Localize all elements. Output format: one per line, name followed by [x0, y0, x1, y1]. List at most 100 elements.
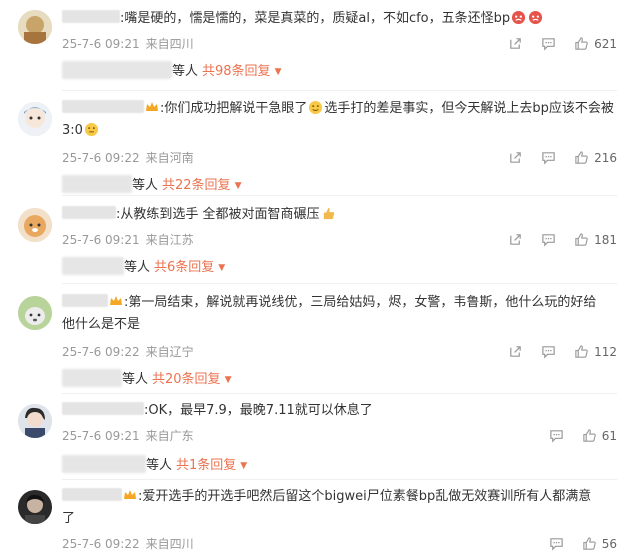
- comment-item: :OK，最早7.9，最晚7.11就可以休息了 25-7-6 09:21 来自广东 …: [0, 394, 635, 480]
- username-masked[interactable]: [62, 294, 108, 307]
- avatar[interactable]: [18, 102, 52, 136]
- reply-avatars-masked: [62, 369, 122, 387]
- comment-icon: [549, 538, 563, 551]
- comment-text: :从教练到选手 全都被对面智商碾压: [116, 207, 320, 222]
- comment-button[interactable]: [541, 150, 556, 165]
- share-icon: [510, 152, 521, 163]
- comment-location: 来自广东: [145, 429, 194, 443]
- comment-meta: 25-7-6 09:21 来自江苏: [62, 232, 194, 248]
- comment-text: :嘴是硬的，懦是懦的，菜是真菜的，质疑al，不如cfo，五条还怪bp: [120, 11, 511, 26]
- comment-text: 他什么是不是: [62, 317, 141, 332]
- avatar-image: [18, 10, 52, 44]
- avatar-image: [18, 102, 52, 136]
- comment-body: :OK，最早7.9，最晚7.11就可以休息了 25-7-6 09:21 来自广东 …: [62, 400, 617, 473]
- thumbs-up-icon: [575, 345, 588, 358]
- like-count: 61: [601, 428, 617, 443]
- avatar[interactable]: [18, 490, 52, 524]
- comment-actions: 61: [531, 428, 617, 443]
- avatar[interactable]: [18, 404, 52, 438]
- comment-actions: 181: [490, 232, 617, 247]
- comment-text-line: :嘴是硬的，懦是懦的，菜是真菜的，质疑al，不如cfo，五条还怪bp: [62, 8, 617, 30]
- like-button[interactable]: 181: [574, 232, 617, 247]
- reply-avatars-masked: [62, 61, 172, 79]
- chevron-down-icon: ▼: [240, 461, 248, 471]
- comment-meta: 25-7-6 09:21 来自广东: [62, 428, 194, 444]
- comment-button[interactable]: [541, 232, 556, 247]
- username-masked[interactable]: [62, 10, 120, 23]
- comment-item: :嘴是硬的，懦是懦的，菜是真菜的，质疑al，不如cfo，五条还怪bp 25-7-…: [0, 0, 635, 92]
- replies-total: 共22条回复: [162, 178, 231, 193]
- comment-text: :OK，最早7.9，最晚7.11就可以休息了: [144, 403, 373, 418]
- replies-suffix: 等人: [172, 64, 199, 79]
- share-icon: [510, 346, 521, 357]
- share-button[interactable]: [508, 150, 523, 165]
- thumbs-up-icon: [583, 429, 596, 442]
- share-icon: [510, 234, 521, 245]
- like-button[interactable]: 61: [582, 428, 617, 443]
- username-masked[interactable]: [62, 100, 144, 113]
- replies-suffix: 等人: [124, 260, 151, 275]
- replies-toggle[interactable]: 等人 共20条回复 ▼: [62, 368, 231, 392]
- replies-suffix: 等人: [132, 178, 159, 193]
- like-count: 621: [594, 36, 617, 51]
- comment-text: 了: [62, 511, 76, 526]
- like-count: 56: [601, 536, 617, 551]
- comment-button[interactable]: [541, 344, 556, 359]
- avatar-image: [18, 296, 52, 330]
- comment-date: 25-7-6 09:22: [62, 537, 140, 551]
- comment-location: 来自辽宁: [145, 345, 194, 359]
- like-button[interactable]: 621: [574, 36, 617, 51]
- thumbs-up-icon: [583, 537, 596, 550]
- comment-button[interactable]: [549, 536, 564, 551]
- share-button[interactable]: [508, 36, 523, 51]
- thumbs-up-icon: [575, 151, 588, 164]
- comment-date: 25-7-6 09:21: [62, 37, 140, 51]
- comment-text-line: 了: [62, 508, 617, 530]
- like-button[interactable]: 216: [574, 150, 617, 165]
- thumbs-up-icon: [575, 37, 588, 50]
- comment-actions: 56: [531, 536, 617, 551]
- comment-meta: 25-7-6 09:21 来自四川: [62, 36, 194, 52]
- avatar-image: [18, 404, 52, 438]
- replies-toggle[interactable]: 等人 共6条回复 ▼: [62, 256, 225, 280]
- comment-meta: 25-7-6 09:22 来自四川: [62, 536, 194, 552]
- comment-body: :嘴是硬的，懦是懦的，菜是真菜的，质疑al，不如cfo，五条还怪bp 25-7-…: [62, 8, 617, 79]
- comment-icon: [542, 346, 555, 359]
- username-masked[interactable]: [62, 402, 144, 415]
- comment-icon: [542, 152, 555, 165]
- comment-text-line: :从教练到选手 全都被对面智商碾压: [62, 204, 617, 226]
- comment-button[interactable]: [541, 36, 556, 51]
- comment-text: :你们成功把解说干急眼了: [160, 101, 308, 116]
- thumbs-up-icon: [575, 233, 588, 246]
- avatar[interactable]: [18, 296, 52, 330]
- like-button[interactable]: 112: [574, 344, 617, 359]
- comment-location: 来自河南: [145, 151, 194, 165]
- avatar[interactable]: [18, 208, 52, 242]
- share-button[interactable]: [508, 232, 523, 247]
- comment-button[interactable]: [549, 428, 564, 443]
- share-icon: [510, 38, 521, 49]
- comment-date: 25-7-6 09:21: [62, 233, 140, 247]
- avatar-image: [18, 208, 52, 242]
- comment-actions: 621: [490, 36, 617, 51]
- like-count: 216: [594, 150, 617, 165]
- comment-text: :第一局结束，解说就再说线优，三局给姑妈，烬，女警，韦鲁斯，他什么玩的好给: [124, 295, 597, 310]
- replies-toggle[interactable]: 等人 共1条回复 ▼: [62, 454, 247, 478]
- comment-location: 来自四川: [145, 537, 194, 551]
- like-button[interactable]: 56: [582, 536, 617, 551]
- thinking-emoji-icon: [84, 122, 98, 137]
- comment-body: :爱开选手的开选手吧然后留这个bigwei尸位素餐bp乱做无效赛训所有人都满意 …: [62, 486, 617, 551]
- comment-text-line: :OK，最早7.9，最晚7.11就可以休息了: [62, 400, 617, 422]
- username-masked[interactable]: [62, 488, 122, 501]
- thumbs-up-emoji-icon: [323, 207, 334, 220]
- username-masked[interactable]: [62, 206, 116, 219]
- comment-text-line: :爱开选手的开选手吧然后留这个bigwei尸位素餐bp乱做无效赛训所有人都满意: [62, 486, 617, 508]
- avatar[interactable]: [18, 10, 52, 44]
- replies-toggle[interactable]: 等人 共98条回复 ▼: [62, 60, 281, 84]
- comment-icon: [542, 38, 555, 51]
- crown-badge-icon: [124, 490, 136, 499]
- smile-emoji-icon: [309, 100, 323, 115]
- comment-item: :你们成功把解说干急眼了 选手打的差是事实，但今天解说上去bp应该不会被 3:0 …: [0, 92, 635, 196]
- share-button[interactable]: [508, 344, 523, 359]
- comment-meta: 25-7-6 09:22 来自河南: [62, 150, 194, 166]
